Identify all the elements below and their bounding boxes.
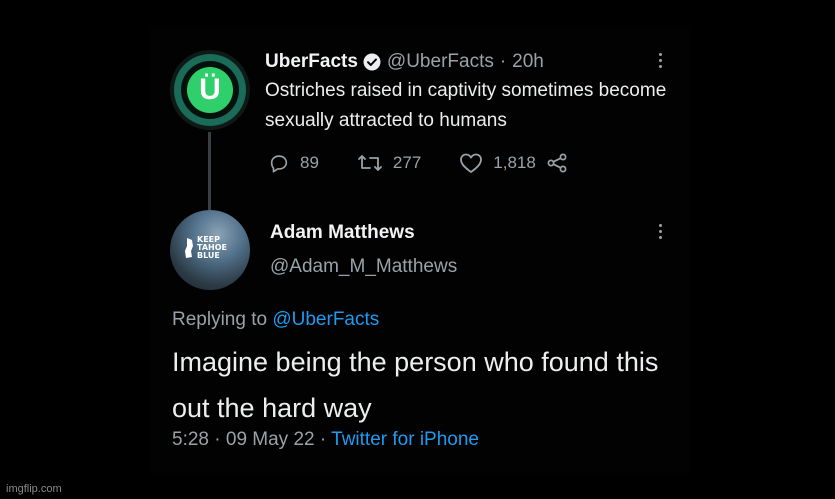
replying-prefix: Replying to (172, 309, 268, 330)
tweet1-author-name[interactable]: UberFacts (265, 51, 358, 73)
tweet1-actions: 89 277 1,818 (268, 150, 578, 176)
avatar-letter: Ü (187, 67, 233, 113)
share-icon (547, 153, 567, 173)
tweet1-handle[interactable]: @UberFacts (387, 51, 494, 73)
thread-line (208, 132, 211, 210)
replying-handle-link[interactable]: @UberFacts (272, 309, 379, 330)
more-options-icon[interactable] (657, 53, 663, 68)
more-options-icon[interactable] (657, 224, 663, 239)
reply-icon (270, 155, 288, 173)
retweet-icon (358, 155, 382, 171)
separator-dot: · (499, 51, 507, 72)
tahoe-outline-icon (185, 238, 193, 258)
imgflip-watermark: imgflip.com (6, 483, 62, 495)
reply-count: 89 (300, 153, 319, 172)
badge-text: KEEP TAHOE BLUE (197, 236, 227, 260)
retweet-count: 277 (392, 153, 422, 172)
retweet-button[interactable]: 277 (357, 152, 421, 174)
uberfacts-avatar[interactable]: Ü (170, 50, 250, 130)
tweet1-header: UberFacts @UberFacts · 20h (265, 48, 544, 76)
adam-matthews-avatar[interactable]: KEEP TAHOE BLUE (170, 210, 250, 290)
tweet2-author-name[interactable]: Adam Matthews (270, 222, 415, 244)
share-button[interactable] (546, 152, 578, 174)
tweet1-time[interactable]: 20h (512, 51, 544, 73)
like-count: 1,818 (493, 153, 536, 172)
separator-dot: · (319, 429, 327, 450)
tweet2-handle[interactable]: @Adam_M_Matthews (270, 256, 457, 278)
separator-dot: · (214, 429, 221, 450)
like-icon (460, 153, 483, 173)
reply-button[interactable]: 89 (268, 152, 319, 174)
replying-to-line: Replying to @UberFacts (172, 309, 379, 331)
tweet2-source-link[interactable]: Twitter for iPhone (331, 429, 479, 450)
tweet2-date[interactable]: 09 May 22 (226, 429, 315, 450)
like-button[interactable]: 1,818 (459, 152, 536, 174)
avatar-inner: Ü (181, 61, 239, 119)
tweet2-text: Imagine being the person who found this … (172, 347, 659, 423)
tweet2-meta: 5:28 · 09 May 22 · Twitter for iPhone (172, 429, 479, 451)
keep-tahoe-blue-badge: KEEP TAHOE BLUE (184, 236, 227, 260)
tweet1-text: Ostriches raised in captivity sometimes … (265, 80, 667, 131)
avatar-ring: Ü (174, 54, 246, 126)
verified-badge-icon (363, 53, 381, 71)
tweet2-time[interactable]: 5:28 (172, 429, 209, 450)
badge-line: BLUE (197, 251, 220, 260)
